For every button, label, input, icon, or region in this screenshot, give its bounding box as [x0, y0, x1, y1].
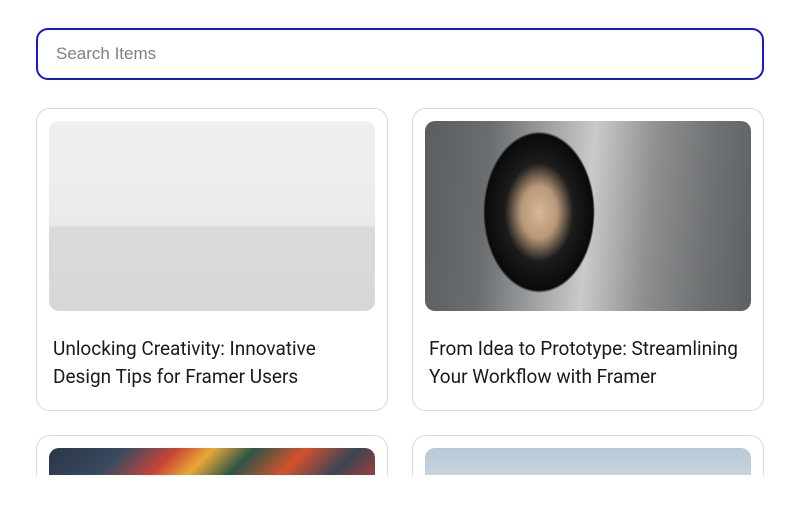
article-title: Unlocking Creativity: Innovative Design … [49, 335, 375, 398]
article-card[interactable] [36, 435, 388, 475]
article-thumbnail [425, 121, 751, 311]
article-card[interactable]: Unlocking Creativity: Innovative Design … [36, 108, 388, 411]
search-input[interactable] [36, 28, 764, 80]
card-grid-row-partial [36, 435, 764, 475]
article-card[interactable] [412, 435, 764, 475]
search-container [36, 28, 764, 80]
article-thumbnail [49, 448, 375, 475]
card-grid: Unlocking Creativity: Innovative Design … [36, 108, 764, 411]
article-card[interactable]: From Idea to Prototype: Streamlining You… [412, 108, 764, 411]
article-thumbnail [49, 121, 375, 311]
article-title: From Idea to Prototype: Streamlining You… [425, 335, 751, 398]
article-thumbnail [425, 448, 751, 475]
